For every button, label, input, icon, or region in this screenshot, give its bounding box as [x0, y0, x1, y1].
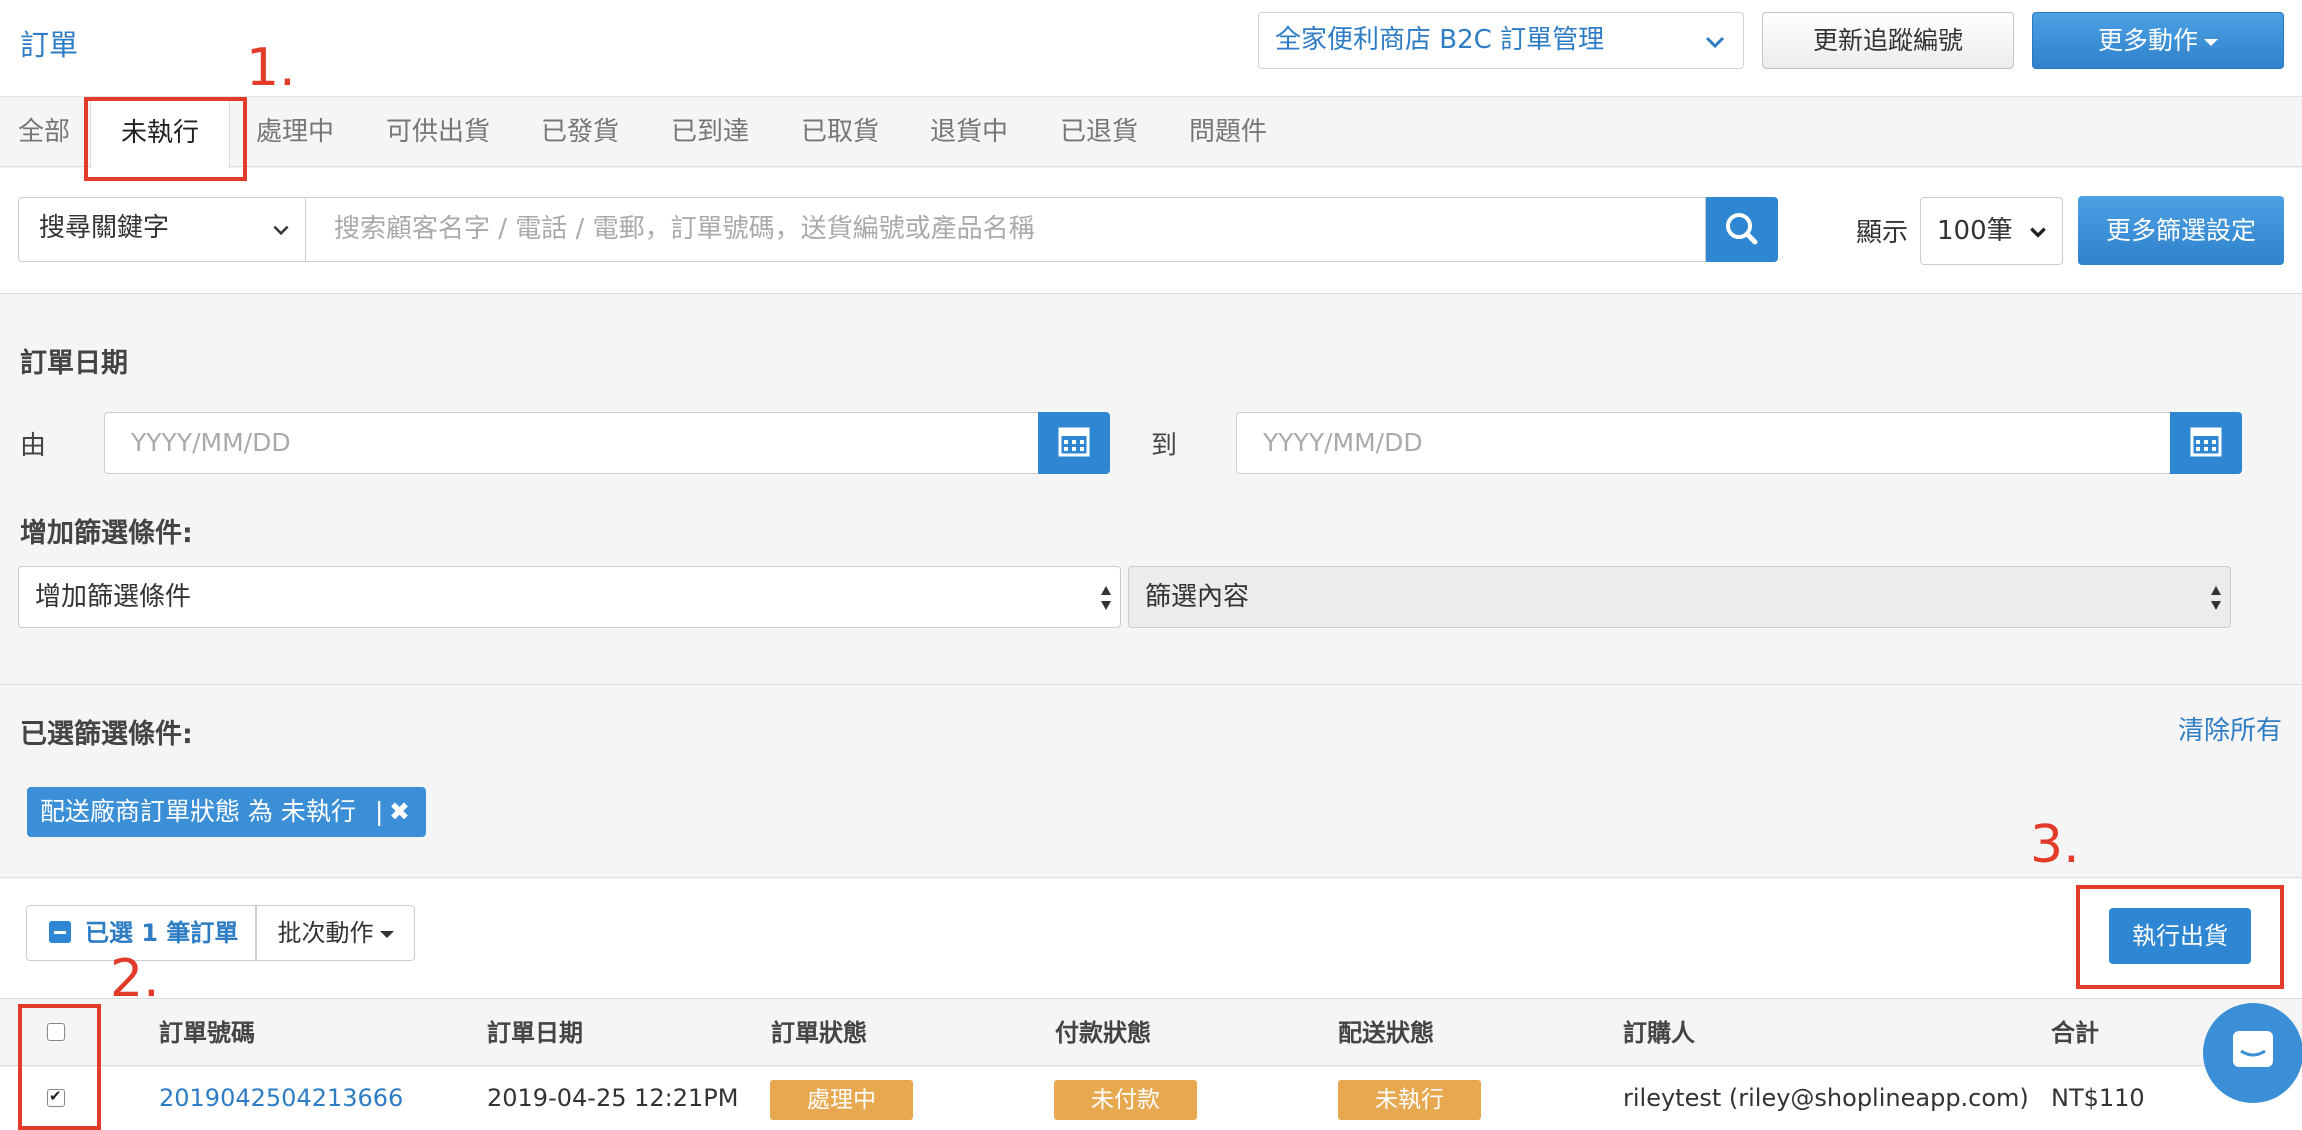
- bulk-action-bar: 已選 1 筆訂單 批次動作 執行出貨: [0, 879, 2302, 999]
- status-tabs: 全部 未執行 處理中 可供出貨 已發貨 已到達 已取貨 退貨中 已退貨 問題件: [0, 97, 2302, 168]
- more-actions-button[interactable]: 更多動作: [2032, 12, 2284, 69]
- minus-checkbox-icon: [49, 921, 71, 943]
- filter-content-select[interactable]: 篩選內容: [1128, 566, 2231, 628]
- tab-arrived[interactable]: 已到達: [671, 97, 749, 167]
- order-total: NT$110: [2051, 1084, 2145, 1112]
- date-to-calendar-button[interactable]: [2170, 412, 2242, 474]
- caret-down-icon: [2204, 38, 2218, 46]
- calendar-icon: [2190, 427, 2222, 457]
- col-payment-status: 付款狀態: [1055, 1019, 1151, 1047]
- add-condition-title: 增加篩選條件:: [20, 518, 193, 549]
- col-order-status: 訂單狀態: [771, 1019, 867, 1047]
- selected-filters-title: 已選篩選條件:: [20, 719, 193, 750]
- batch-actions-label: 批次動作: [277, 919, 374, 947]
- delivery-status-badge: 未執行: [1338, 1080, 1481, 1120]
- to-label: 到: [1151, 431, 1178, 461]
- annotation-label-3: 3.: [2030, 815, 2080, 875]
- batch-actions-button[interactable]: 批次動作: [256, 905, 415, 961]
- order-date-title: 訂單日期: [20, 348, 128, 379]
- caret-down-icon: [379, 930, 394, 938]
- clear-all-link[interactable]: 清除所有: [2178, 710, 2282, 747]
- annotation-box-tab: [84, 97, 247, 181]
- close-icon[interactable]: ✖: [389, 787, 410, 837]
- col-customer: 訂購人: [1623, 1019, 1695, 1047]
- order-status-badge: 處理中: [770, 1080, 913, 1120]
- logistics-select-label: 全家便利商店 B2C 訂單管理: [1275, 25, 1605, 55]
- filter-chip: 配送廠商訂單狀態 為 未執行 | ✖: [27, 787, 426, 837]
- logistics-select[interactable]: 全家便利商店 B2C 訂單管理: [1258, 12, 1744, 69]
- tab-processing[interactable]: 處理中: [256, 97, 334, 167]
- selected-filters-panel: 已選篩選條件: 清除所有 配送廠商訂單狀態 為 未執行 | ✖: [0, 686, 2302, 878]
- chevron-down-icon: [273, 225, 289, 236]
- per-page-value: 100筆: [1937, 216, 2013, 246]
- search-input[interactable]: 搜索顧客名字 / 電話 / 電郵，訂單號碼，送貨編號或產品名稱: [305, 197, 1706, 262]
- chevron-down-icon: [2030, 227, 2046, 238]
- updown-arrows-icon: [2211, 586, 2221, 610]
- add-condition-label: 增加篩選條件: [35, 582, 192, 612]
- page-title: 訂單: [20, 28, 79, 62]
- date-from-calendar-button[interactable]: [1038, 412, 1110, 474]
- filter-panel: 訂單日期 由 YYYY/MM/DD 到 YYYY/MM/DD 增加篩選條件: 增…: [0, 295, 2302, 685]
- annotation-box-checkbox: [18, 1004, 101, 1130]
- filter-content-label: 篩選內容: [1145, 582, 1250, 612]
- col-order-no[interactable]: 訂單號碼: [159, 1000, 255, 1066]
- updown-arrows-icon: [1101, 586, 1111, 610]
- tab-shipped[interactable]: 已發貨: [541, 97, 619, 167]
- search-bar: 搜尋關鍵字 搜索顧客名字 / 電話 / 電郵，訂單號碼，送貨編號或產品名稱 顯示…: [0, 168, 2302, 294]
- add-condition-select[interactable]: 增加篩選條件: [18, 566, 1121, 628]
- col-total[interactable]: 合計: [2051, 1000, 2099, 1066]
- tab-problem[interactable]: 問題件: [1189, 97, 1267, 167]
- page-header: 訂單 全家便利商店 B2C 訂單管理 更新追蹤編號 更多動作: [0, 0, 2302, 97]
- annotation-label-1: 1.: [246, 38, 296, 98]
- tab-returned[interactable]: 已退貨: [1060, 97, 1138, 167]
- more-actions-label: 更多動作: [2097, 26, 2198, 55]
- customer-name: rileytest (riley@shoplineapp.com): [1623, 1084, 2029, 1112]
- selected-count-label: 已選 1 筆訂單: [85, 919, 239, 947]
- orders-table-header: 訂單號碼 訂單日期 訂單狀態 付款狀態 配送狀態 訂購人 合計: [0, 1000, 2302, 1066]
- tab-picked-up[interactable]: 已取貨: [801, 97, 879, 167]
- keyword-type-label: 搜尋關鍵字: [39, 213, 170, 243]
- chat-icon: [2233, 1031, 2273, 1067]
- table-row: 2019042504213666 2019-04-25 12:21PM 處理中 …: [0, 1067, 2302, 1130]
- search-icon: [1726, 213, 1758, 245]
- from-label: 由: [20, 431, 47, 461]
- order-number-link[interactable]: 2019042504213666: [159, 1067, 403, 1130]
- chip-divider: |: [375, 797, 384, 826]
- tab-ready-to-ship[interactable]: 可供出貨: [386, 97, 490, 167]
- date-to-input[interactable]: YYYY/MM/DD: [1236, 412, 2171, 474]
- chat-widget-button[interactable]: [2203, 1003, 2302, 1103]
- update-tracking-button[interactable]: 更新追蹤編號: [1762, 12, 2014, 69]
- col-delivery-status: 配送狀態: [1338, 1019, 1434, 1047]
- tab-all[interactable]: 全部: [18, 97, 70, 167]
- tab-returning[interactable]: 退貨中: [930, 97, 1008, 167]
- more-filter-button[interactable]: 更多篩選設定: [2078, 196, 2284, 265]
- chevron-down-icon: [1705, 36, 1725, 49]
- annotation-label-2: 2.: [110, 949, 160, 1009]
- keyword-type-select[interactable]: 搜尋關鍵字: [18, 197, 305, 262]
- search-button[interactable]: [1706, 197, 1778, 262]
- order-date: 2019-04-25 12:21PM: [487, 1084, 739, 1112]
- per-page-label: 顯示: [1856, 218, 1909, 248]
- payment-status-badge: 未付款: [1054, 1080, 1197, 1120]
- annotation-box-ship: [2076, 885, 2284, 989]
- filter-chip-label: 配送廠商訂單狀態 為 未執行: [40, 797, 356, 826]
- col-order-date[interactable]: 訂單日期: [487, 1000, 583, 1066]
- calendar-icon: [1058, 427, 1090, 457]
- date-from-input[interactable]: YYYY/MM/DD: [104, 412, 1039, 474]
- per-page-select[interactable]: 100筆: [1920, 197, 2063, 265]
